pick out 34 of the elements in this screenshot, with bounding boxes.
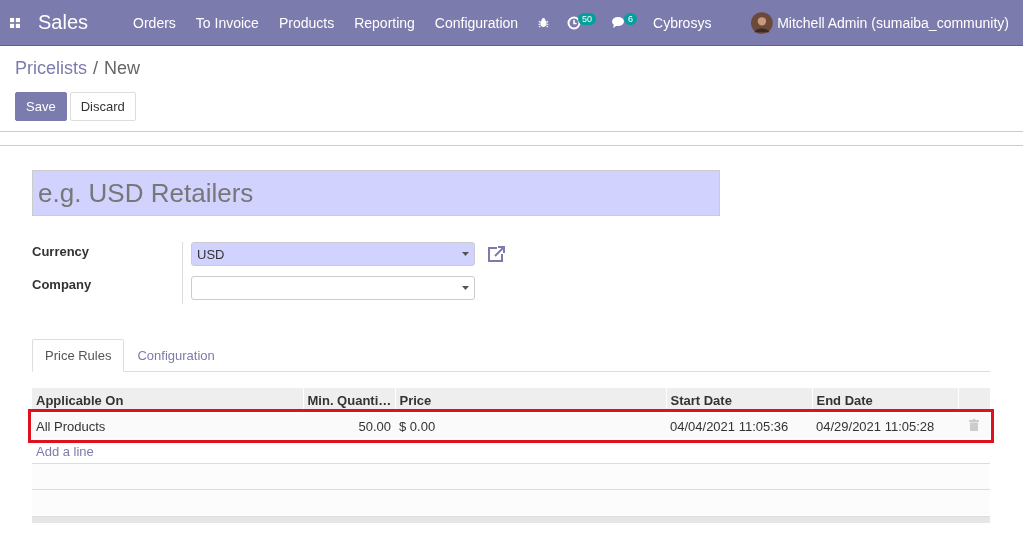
breadcrumb-link[interactable]: Pricelists	[15, 58, 87, 79]
menu-item[interactable]: Configuration	[434, 14, 519, 31]
tab[interactable]: Price Rules	[32, 339, 125, 372]
currency-select[interactable]: USD	[191, 242, 475, 266]
breadcrumb-current: New	[104, 58, 141, 79]
add-line-link[interactable]: Add a line	[36, 443, 94, 459]
field-label: Company	[32, 277, 93, 294]
company-switcher[interactable]: Cybrosys	[653, 14, 712, 31]
activity-count-badge: 50	[578, 12, 597, 25]
table-cell: $ 0.00	[395, 413, 666, 439]
avatar-icon[interactable]	[751, 9, 774, 36]
table-cell: All Products	[32, 413, 303, 439]
message-count-badge: 6	[624, 12, 638, 25]
table-cell: 04/29/2021 11:05:28	[812, 413, 958, 439]
menu-item[interactable]: Orders	[133, 14, 176, 31]
save-button[interactable]: Save	[15, 92, 67, 121]
name-field[interactable]: e.g. USD Retailers	[32, 170, 720, 216]
menu-item[interactable]: Reporting	[354, 14, 415, 31]
caret-icon	[462, 286, 469, 290]
app-name[interactable]: Sales	[38, 11, 89, 34]
breadcrumb-separator: /	[93, 58, 99, 79]
menu-item[interactable]: To Invoice	[195, 14, 259, 31]
user-menu[interactable]: Mitchell Admin (sumaiba_community)	[777, 14, 1009, 31]
table-cell: 04/04/2021 11:05:36	[666, 413, 812, 439]
menu-item[interactable]: Products	[278, 14, 335, 31]
external-link-icon[interactable]	[487, 245, 505, 263]
apps-menu-icon[interactable]	[10, 16, 21, 29]
table-cell: 50.00	[303, 413, 395, 439]
tab[interactable]: Configuration	[124, 339, 228, 372]
discard-button[interactable]: Discard	[69, 92, 136, 121]
bug-icon[interactable]	[538, 16, 549, 29]
caret-icon	[462, 252, 469, 256]
clock-icon[interactable]	[567, 15, 581, 30]
field-label: Currency	[32, 244, 91, 261]
